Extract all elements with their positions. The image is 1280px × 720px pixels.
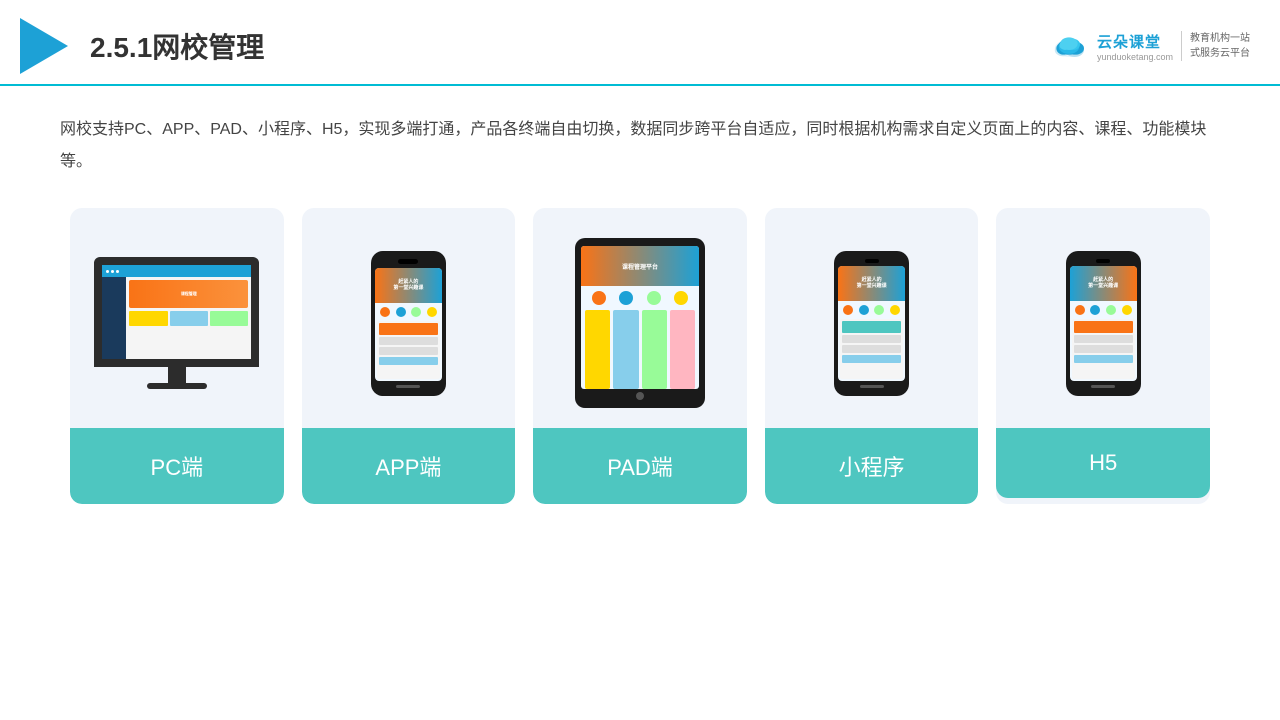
card-app-label: APP端 <box>302 428 516 504</box>
page-title: 2.5.1网校管理 <box>90 26 264 66</box>
phone-notch <box>398 259 418 264</box>
main-content: 网校支持PC、APP、PAD、小程序、H5，实现多端打通，产品各终端自由切换，数… <box>0 86 1280 524</box>
description-text: 网校支持PC、APP、PAD、小程序、H5，实现多端打通，产品各终端自由切换，数… <box>60 114 1220 178</box>
phone-app-icon: 赶紧人的第一堂兴趣课 <box>371 251 446 396</box>
card-h5-image: 赶紧人的第一堂兴趣课 <box>996 208 1210 428</box>
phone-h5-notch <box>1096 259 1110 263</box>
card-miniprogram-label: 小程序 <box>765 428 979 504</box>
card-pc-label: PC端 <box>70 428 284 504</box>
card-miniprogram: 赶紧人的第一堂兴趣课 <box>765 208 979 504</box>
card-pc-image: 课程管理 <box>70 208 284 428</box>
card-h5: 赶紧人的第一堂兴趣课 <box>996 208 1210 504</box>
phone-h5-icon: 赶紧人的第一堂兴趣课 <box>1066 251 1141 396</box>
header: 2.5.1网校管理 云朵课堂 yunduoketang.com 教育机构一站 式… <box>0 0 1280 86</box>
phone-miniprogram-icon: 赶紧人的第一堂兴趣课 <box>834 251 909 396</box>
phone-home-indicator <box>396 385 420 388</box>
tablet-home-button <box>636 392 644 400</box>
brand-divider <box>1181 31 1182 61</box>
card-app: 赶紧人的第一堂兴趣课 <box>302 208 516 504</box>
tablet-pad-icon: 课程管理平台 <box>575 238 705 408</box>
card-pc: 课程管理 <box>70 208 284 504</box>
brand-logo: 云朵课堂 yunduoketang.com 教育机构一站 式服务云平台 <box>1049 31 1250 62</box>
card-pad: 课程管理平台 <box>533 208 747 504</box>
card-pad-label: PAD端 <box>533 428 747 504</box>
phone-home-indicator-mini <box>860 385 884 388</box>
card-miniprogram-image: 赶紧人的第一堂兴趣课 <box>765 208 979 428</box>
cloud-icon <box>1049 31 1089 61</box>
logo-triangle-icon <box>20 18 68 74</box>
brand-text-group: 云朵课堂 yunduoketang.com <box>1097 31 1173 62</box>
card-h5-label: H5 <box>996 428 1210 498</box>
pc-monitor-icon: 课程管理 <box>94 257 259 389</box>
phone-mini-notch <box>865 259 879 263</box>
brand-name: 云朵课堂 <box>1097 31 1173 52</box>
cards-container: 课程管理 <box>60 208 1220 504</box>
header-left: 2.5.1网校管理 <box>20 18 264 74</box>
brand-url: yunduoketang.com <box>1097 52 1173 62</box>
card-app-image: 赶紧人的第一堂兴趣课 <box>302 208 516 428</box>
phone-home-indicator-h5 <box>1091 385 1115 388</box>
card-pad-image: 课程管理平台 <box>533 208 747 428</box>
brand-slogan: 教育机构一站 式服务云平台 <box>1190 31 1250 61</box>
